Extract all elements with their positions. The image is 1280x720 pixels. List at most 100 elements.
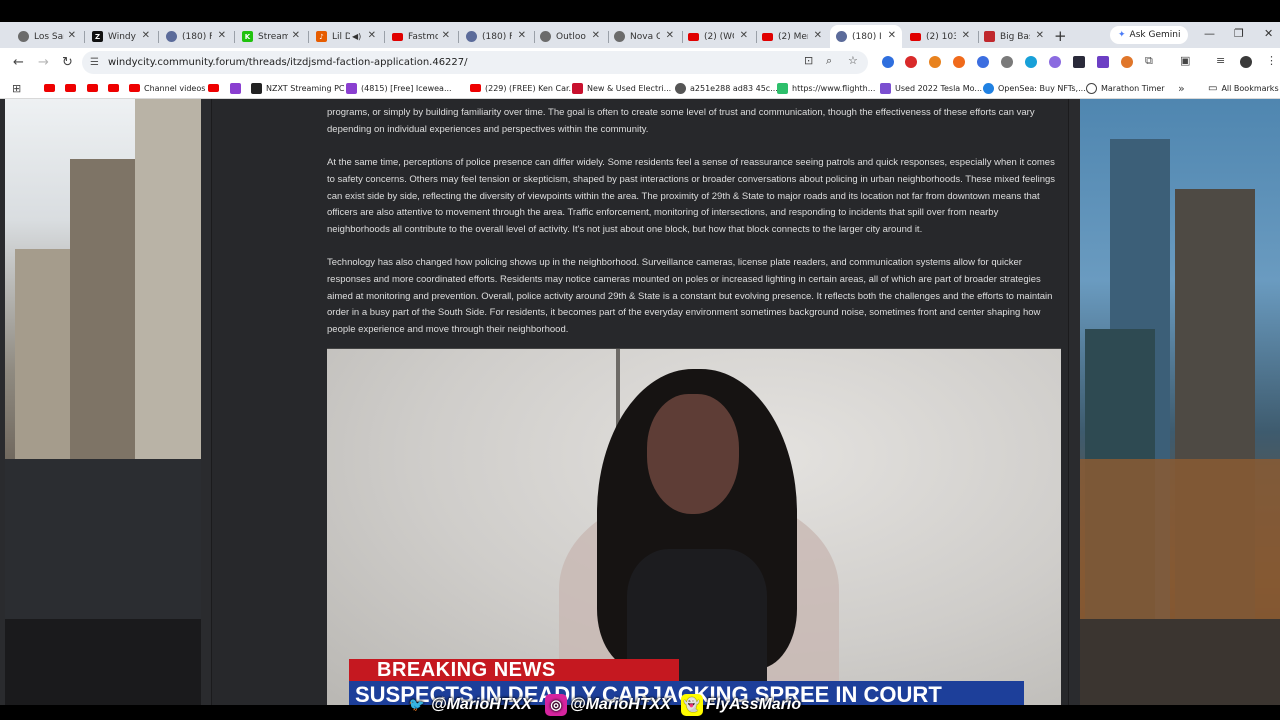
- extension-icon[interactable]: [1001, 56, 1013, 68]
- youtube-icon: [87, 84, 98, 92]
- close-icon[interactable]: ✕: [1036, 30, 1044, 41]
- bookmark[interactable]: [44, 81, 59, 95]
- bookmark[interactable]: [230, 81, 245, 95]
- close-window-button[interactable]: ✕: [1264, 27, 1273, 40]
- flight-icon: [777, 82, 788, 94]
- extension-icon[interactable]: [905, 56, 917, 68]
- ask-gemini-button[interactable]: ✦ Ask Gemini: [1110, 26, 1189, 44]
- close-icon[interactable]: ✕: [814, 30, 822, 41]
- sidepanel-icon[interactable]: ▣: [1180, 54, 1190, 67]
- apps-icon[interactable]: ⊞: [12, 81, 21, 95]
- speaker-icon[interactable]: ◀): [352, 32, 361, 41]
- extension-icon[interactable]: [882, 56, 894, 68]
- bookmark[interactable]: a251e288 ad83 45c...: [675, 81, 778, 95]
- close-icon[interactable]: ✕: [142, 30, 150, 41]
- close-icon[interactable]: ✕: [740, 30, 748, 41]
- extension-icon[interactable]: [1073, 56, 1085, 68]
- close-icon[interactable]: ✕: [218, 30, 226, 41]
- close-icon[interactable]: ✕: [666, 30, 674, 41]
- page-viewport: programs, or simply by building familiar…: [0, 99, 1280, 705]
- back-icon[interactable]: ←: [13, 55, 24, 70]
- youtube-icon: [129, 84, 140, 92]
- tab[interactable]: ♪ Lil D ◀) ✕: [310, 25, 382, 48]
- close-icon[interactable]: ✕: [68, 30, 76, 41]
- tab[interactable]: (2) 103 ✕: [904, 25, 976, 48]
- close-icon[interactable]: ✕: [518, 30, 526, 41]
- breaking-news-banner: BREAKING NEWS: [349, 659, 679, 681]
- background-image-left: [5, 99, 201, 705]
- close-icon[interactable]: ✕: [962, 30, 970, 41]
- tab[interactable]: Outlook ✕: [534, 25, 606, 48]
- extension-icon[interactable]: [977, 56, 989, 68]
- forward-icon[interactable]: →: [38, 55, 49, 70]
- tab[interactable]: (2) Men ✕: [756, 25, 828, 48]
- youtube-icon: [762, 32, 773, 41]
- tab-label: Lil D: [332, 31, 350, 42]
- extension-icon[interactable]: [1121, 56, 1133, 68]
- bookmark-label: a251e288 ad83 45c...: [690, 83, 778, 93]
- bookmark[interactable]: [87, 81, 102, 95]
- tab[interactable]: Z Windy ✕: [86, 25, 156, 48]
- tab-label: (2) (WC: [704, 31, 734, 42]
- bookmark-label: (4815) [Free] Icewea...: [361, 83, 452, 93]
- avatar[interactable]: [1240, 56, 1252, 68]
- youtube-icon: [208, 84, 219, 92]
- close-icon[interactable]: ✕: [592, 30, 600, 41]
- metamask-icon[interactable]: [929, 56, 941, 68]
- extension-icon[interactable]: [1049, 56, 1061, 68]
- snapchat-handle: 👻 FlyAssMario: [681, 694, 801, 716]
- more-bookmarks-icon[interactable]: »: [1178, 81, 1185, 95]
- minimize-button[interactable]: —: [1204, 27, 1215, 40]
- star-icon[interactable]: ☆: [848, 54, 858, 67]
- tab[interactable]: Big Bas ✕: [978, 25, 1050, 48]
- instagram-icon: ◎: [545, 694, 567, 716]
- address-bar[interactable]: ☰ windycity.community.forum/threads/itzd…: [82, 51, 868, 74]
- bookmark[interactable]: Used 2022 Tesla Mo...: [880, 81, 982, 95]
- tab-active[interactable]: (180) It ✕: [830, 25, 902, 48]
- bookmark[interactable]: https://www.flighth...: [777, 81, 875, 95]
- menu-icon[interactable]: ⋮: [1266, 54, 1277, 67]
- bookmark[interactable]: [208, 81, 223, 95]
- tab[interactable]: Nova C ✕: [608, 25, 680, 48]
- tab[interactable]: (180) Fa ✕: [460, 25, 532, 48]
- extension-icon[interactable]: [1097, 56, 1109, 68]
- tab[interactable]: K Stream ✕: [236, 25, 306, 48]
- bookmark[interactable]: (229) (FREE) Ken Car...: [470, 81, 576, 95]
- youtube-icon: [44, 84, 55, 92]
- close-icon[interactable]: ✕: [368, 30, 376, 41]
- news-screenshot[interactable]: BREAKING NEWS SUSPECTS IN DEADLY CARJACK…: [327, 348, 1061, 705]
- extension-icon[interactable]: [953, 56, 965, 68]
- bookmark[interactable]: Channel videos: [129, 81, 205, 95]
- all-bookmarks[interactable]: ▭ All Bookmarks: [1208, 81, 1279, 95]
- reload-icon[interactable]: ↻: [62, 55, 73, 70]
- tab[interactable]: Fastmo ✕: [386, 25, 456, 48]
- tab-label: Stream: [258, 31, 288, 42]
- downloads-icon[interactable]: ≡: [1216, 54, 1225, 67]
- puzzle-icon[interactable]: ⧉: [1145, 54, 1153, 68]
- toolbar: ← → ↻ ☰ windycity.community.forum/thread…: [0, 48, 1280, 77]
- new-tab-button[interactable]: +: [1054, 27, 1067, 45]
- bookmark[interactable]: [108, 81, 123, 95]
- tab[interactable]: Los Santos ✕: [12, 25, 82, 48]
- site-info-icon[interactable]: ☰: [90, 57, 99, 68]
- opensea-icon: [983, 82, 994, 94]
- restore-button[interactable]: ❐: [1234, 27, 1244, 40]
- bookmark[interactable]: NZXT Streaming PC: [251, 81, 345, 95]
- close-icon[interactable]: ✕: [292, 30, 300, 41]
- bookmark[interactable]: New & Used Electri...: [572, 81, 671, 95]
- extension-icon[interactable]: [1025, 56, 1037, 68]
- bookmark[interactable]: (4815) [Free] Icewea...: [346, 81, 452, 95]
- snapchat-label: FlyAssMario: [706, 696, 802, 713]
- install-icon[interactable]: ⊡: [804, 54, 813, 67]
- bookmark[interactable]: [65, 81, 80, 95]
- forum-icon: [166, 31, 177, 42]
- tab[interactable]: (180) Fa ✕: [160, 25, 232, 48]
- tab-label: Los Santos: [34, 31, 64, 42]
- bookmark[interactable]: Marathon Timer: [1086, 81, 1165, 95]
- bookmark[interactable]: OpenSea: Buy NFTs,...: [983, 81, 1086, 95]
- close-icon[interactable]: ✕: [442, 30, 450, 41]
- tab[interactable]: (2) (WC ✕: [682, 25, 754, 48]
- close-icon[interactable]: ✕: [888, 30, 896, 41]
- tab-label: Windy: [108, 31, 136, 42]
- zoom-icon[interactable]: ⌕: [826, 54, 832, 68]
